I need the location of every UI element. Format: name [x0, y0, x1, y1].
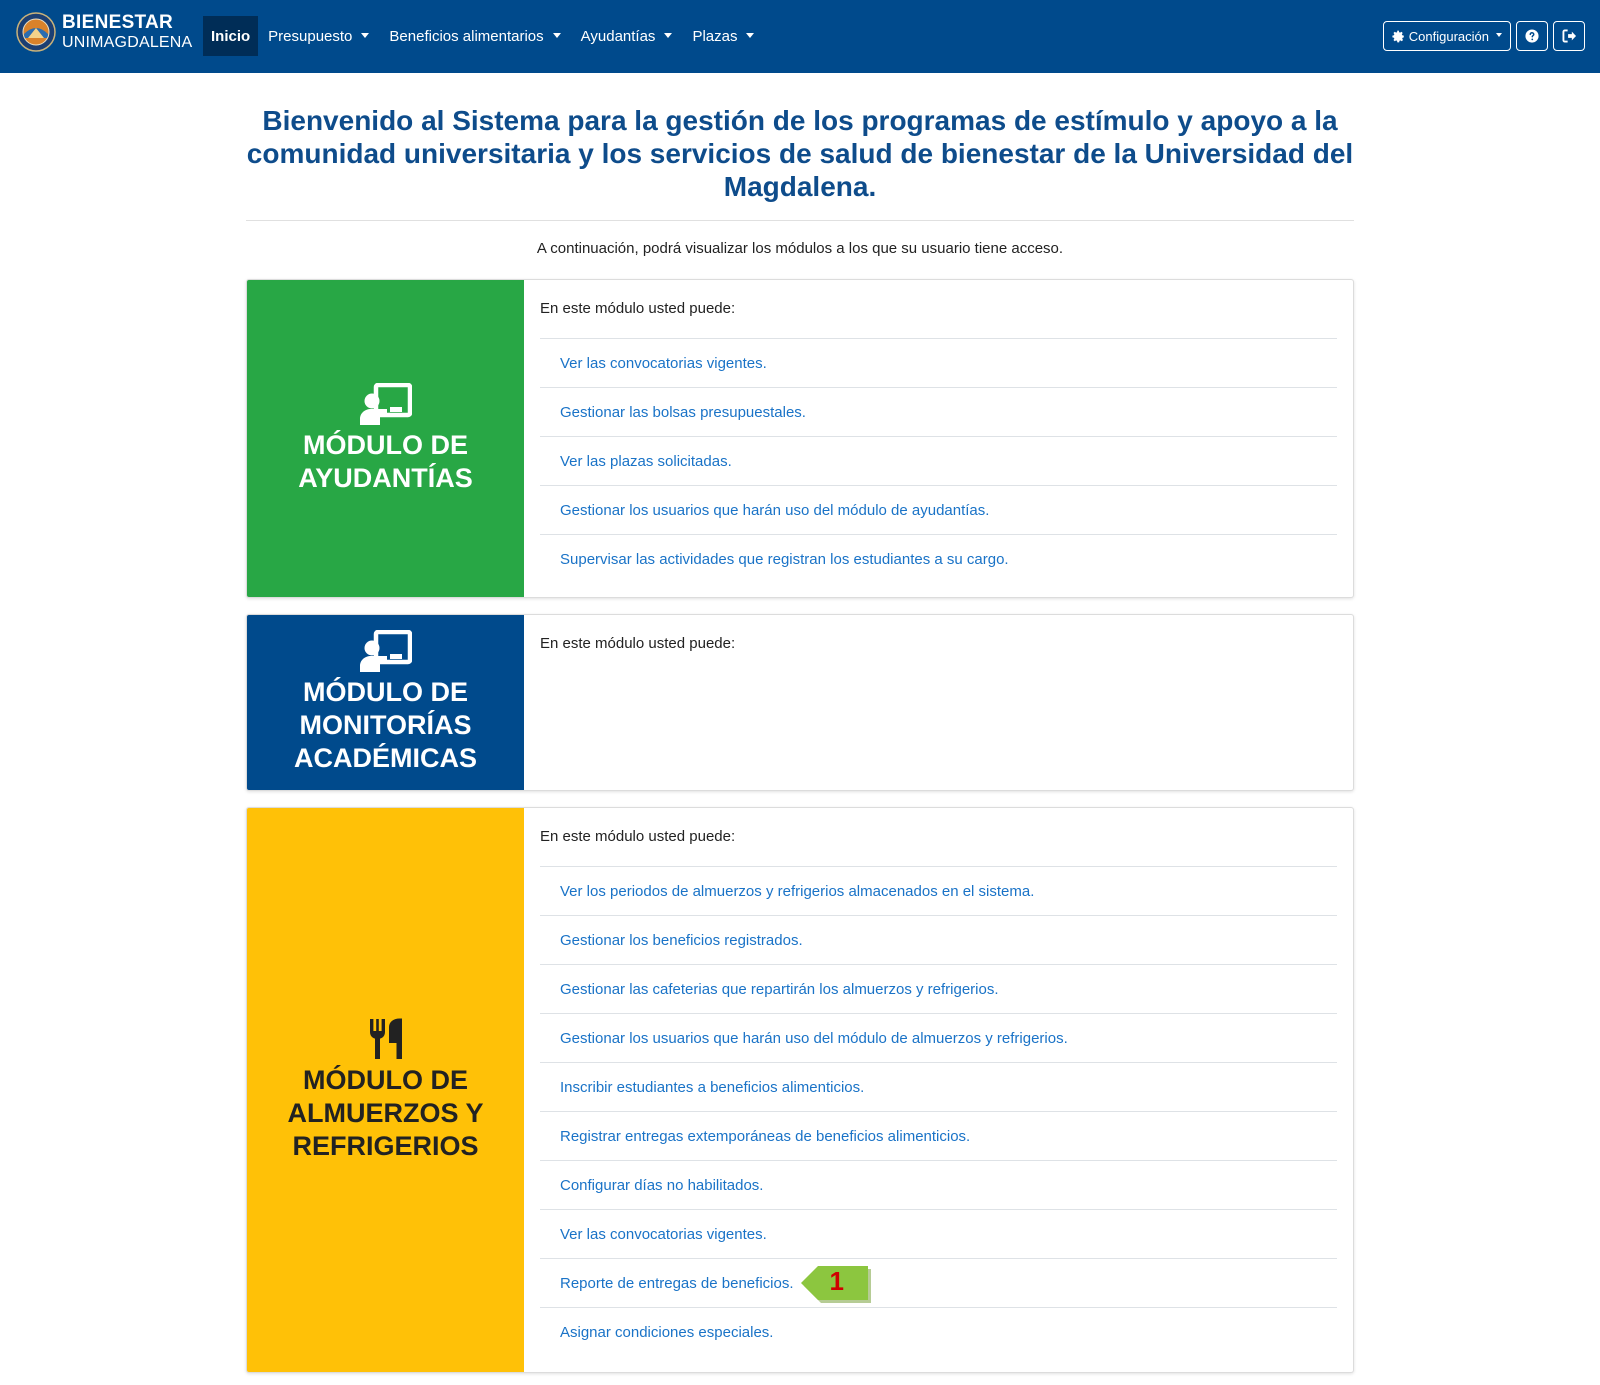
- link-text[interactable]: Gestionar las bolsas presupuestales.: [560, 404, 806, 421]
- list-item[interactable]: Gestionar los beneficios registrados.: [540, 916, 1337, 965]
- list-item[interactable]: Inscribir estudiantes a beneficios alime…: [540, 1063, 1337, 1112]
- list-item[interactable]: Configurar días no habilitados.: [540, 1161, 1337, 1210]
- caret-down-icon: [746, 32, 755, 38]
- step-callout-badge: 1: [800, 1265, 872, 1303]
- page-subtitle: A continuación, podrá visualizar los mód…: [536, 240, 1064, 257]
- list-item[interactable]: Gestionar las cafeterias que repartirán …: [540, 965, 1337, 1014]
- list-item[interactable]: Gestionar las bolsas presupuestales.: [540, 388, 1337, 437]
- module-card-almuerzos: MÓDULO DE ALMUERZOS Y REFRIGERIOS En est…: [246, 807, 1354, 1373]
- link-text[interactable]: Ver las convocatorias vigentes.: [560, 1226, 767, 1243]
- module-intro: En este módulo usted puede:: [540, 828, 736, 845]
- config-label: Configuración: [1408, 28, 1489, 44]
- brand-title: BIENESTAR: [62, 12, 174, 33]
- caret-down-icon: [1496, 33, 1502, 37]
- nav-item-label: Presupuesto: [268, 27, 353, 45]
- divider: [246, 220, 1354, 221]
- module-body: En este módulo usted puede: Ver los peri…: [524, 808, 1353, 1372]
- link-text[interactable]: Ver los periodos de almuerzos y refriger…: [560, 883, 1034, 900]
- list-item[interactable]: Reporte de entregas de beneficios. 1: [540, 1259, 1337, 1308]
- nav-item-plazas[interactable]: Plazas: [682, 16, 764, 56]
- utensils-icon: [369, 1018, 402, 1059]
- link-text[interactable]: Supervisar las actividades que registran…: [560, 551, 1009, 568]
- logout-button[interactable]: [1553, 21, 1585, 51]
- callout-number: 1: [829, 1266, 844, 1296]
- module-intro: En este módulo usted puede:: [540, 635, 736, 652]
- chalkboard-teacher-icon: [359, 630, 412, 672]
- module-body: En este módulo usted puede: Ver las conv…: [524, 280, 1353, 597]
- module-link-list: Ver los periodos de almuerzos y refriger…: [540, 866, 1337, 1357]
- nav-item-label: Plazas: [692, 27, 738, 45]
- link-text[interactable]: Gestionar los beneficios registrados.: [560, 932, 803, 949]
- module-banner[interactable]: MÓDULO DE MONITORÍAS ACADÉMICAS: [247, 615, 524, 790]
- list-item[interactable]: Ver las convocatorias vigentes.: [540, 339, 1337, 388]
- university-seal-icon: [16, 12, 56, 52]
- caret-down-icon: [664, 32, 673, 38]
- module-card-monitorias: MÓDULO DE MONITORÍAS ACADÉMICAS En este …: [246, 614, 1354, 791]
- nav-item-inicio[interactable]: Inicio: [203, 16, 259, 56]
- list-item[interactable]: Ver los periodos de almuerzos y refriger…: [540, 867, 1337, 916]
- nav-item-label: Inicio: [211, 27, 251, 45]
- link-text[interactable]: Inscribir estudiantes a beneficios alime…: [560, 1079, 864, 1096]
- module-title: MÓDULO DE AYUDANTÍAS: [298, 429, 473, 493]
- module-banner[interactable]: MÓDULO DE ALMUERZOS Y REFRIGERIOS: [247, 808, 524, 1372]
- main-nav: Inicio Presupuesto Beneficios alimentari…: [203, 16, 764, 56]
- top-navbar: BIENESTAR UNIMAGDALENA Inicio Presupuest…: [0, 0, 1600, 73]
- list-item[interactable]: Supervisar las actividades que registran…: [540, 535, 1337, 584]
- module-body: En este módulo usted puede:: [524, 615, 1353, 790]
- module-link-list: Ver las convocatorias vigentes. Gestiona…: [540, 338, 1337, 584]
- nav-item-ayudantias[interactable]: Ayudantías: [571, 16, 683, 56]
- link-text[interactable]: Asignar condiciones especiales.: [560, 1324, 773, 1341]
- link-text[interactable]: Gestionar los usuarios que harán uso del…: [560, 502, 989, 519]
- nav-item-beneficios-alimentarios[interactable]: Beneficios alimentarios: [379, 16, 570, 56]
- config-dropdown-button[interactable]: Configuración: [1382, 21, 1511, 51]
- link-text[interactable]: Ver las convocatorias vigentes.: [560, 355, 767, 372]
- module-title: MÓDULO DE MONITORÍAS ACADÉMICAS: [293, 677, 477, 773]
- module-title: MÓDULO DE ALMUERZOS Y REFRIGERIOS: [287, 1064, 484, 1161]
- module-banner[interactable]: MÓDULO DE AYUDANTÍAS: [247, 280, 524, 597]
- navbar-actions: Configuración: [1382, 21, 1585, 51]
- brand-subtitle: UNIMAGDALENA: [62, 34, 193, 51]
- link-text[interactable]: Ver las plazas solicitadas.: [560, 453, 732, 470]
- list-item[interactable]: Gestionar los usuarios que harán uso del…: [540, 486, 1337, 535]
- question-circle-icon: [1525, 29, 1539, 43]
- link-text[interactable]: Registrar entregas extemporáneas de bene…: [560, 1128, 970, 1145]
- nav-item-presupuesto[interactable]: Presupuesto: [258, 16, 379, 56]
- caret-down-icon: [361, 32, 370, 38]
- sign-out-icon: [1562, 29, 1576, 43]
- page-title: Bienvenido al Sistema para la gestión de…: [246, 105, 1354, 202]
- list-item[interactable]: Registrar entregas extemporáneas de bene…: [540, 1112, 1337, 1161]
- link-text[interactable]: Gestionar las cafeterias que repartirán …: [560, 981, 999, 998]
- gear-icon: [1392, 30, 1404, 42]
- nav-item-label: Beneficios alimentarios: [389, 27, 544, 45]
- module-intro: En este módulo usted puede:: [540, 300, 736, 317]
- list-item[interactable]: Ver las plazas solicitadas.: [540, 437, 1337, 486]
- help-button[interactable]: [1516, 21, 1548, 51]
- list-item[interactable]: Gestionar los usuarios que harán uso del…: [540, 1014, 1337, 1063]
- caret-down-icon: [552, 32, 561, 38]
- list-item[interactable]: Ver las convocatorias vigentes.: [540, 1210, 1337, 1259]
- link-text[interactable]: Configurar días no habilitados.: [560, 1177, 763, 1194]
- chalkboard-teacher-icon: [359, 382, 412, 425]
- nav-item-label: Ayudantías: [580, 27, 656, 45]
- brand[interactable]: BIENESTAR UNIMAGDALENA: [16, 12, 192, 52]
- module-card-ayudantias: MÓDULO DE AYUDANTÍAS En este módulo uste…: [246, 279, 1354, 598]
- list-item[interactable]: Asignar condiciones especiales.: [540, 1308, 1337, 1357]
- link-text[interactable]: Reporte de entregas de beneficios.: [560, 1275, 794, 1292]
- link-text[interactable]: Gestionar los usuarios que harán uso del…: [560, 1030, 1068, 1047]
